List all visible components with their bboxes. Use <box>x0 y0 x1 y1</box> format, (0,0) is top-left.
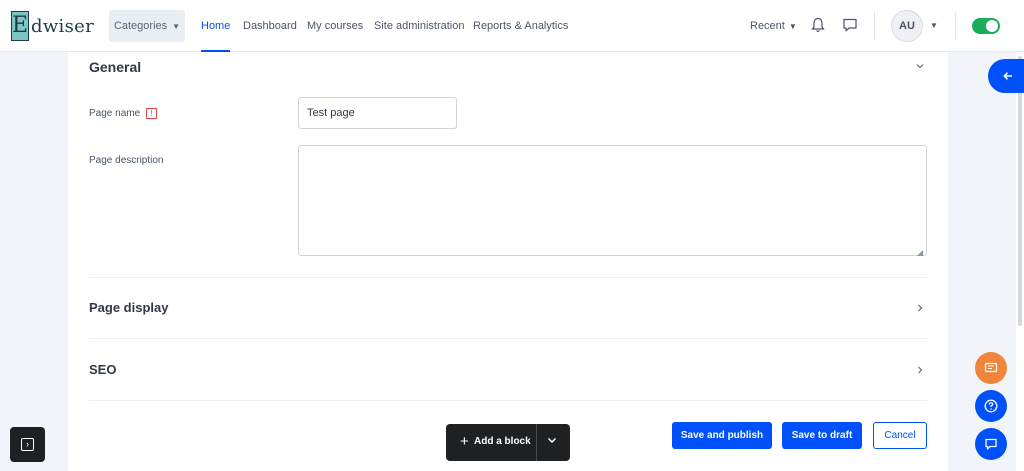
help-button[interactable] <box>975 390 1007 422</box>
page-name-input[interactable] <box>298 97 457 129</box>
page-name-label: Page name <box>89 108 141 119</box>
logo-letter: E <box>11 11 29 41</box>
bell-icon[interactable] <box>810 17 826 33</box>
cancel-button[interactable]: Cancel <box>873 422 927 449</box>
page-form-card: General Page name ! Page description ◢ P… <box>68 52 948 471</box>
edit-mode-toggle[interactable] <box>972 18 1000 34</box>
categories-label: Categories <box>113 20 168 32</box>
scrollbar-thumb[interactable] <box>1018 56 1022 326</box>
section-divider <box>89 400 927 401</box>
page-description-textarea[interactable] <box>298 145 927 256</box>
user-avatar[interactable]: AU <box>891 10 923 42</box>
chevron-right-icon[interactable] <box>915 365 925 375</box>
categories-dropdown[interactable]: Categories ▼ <box>109 10 185 42</box>
chevron-right-icon[interactable] <box>915 303 925 313</box>
chevron-down-icon: ▼ <box>788 22 797 31</box>
chevron-down-icon: ▼ <box>172 21 181 31</box>
chat-icon[interactable] <box>842 17 858 33</box>
messages-button[interactable] <box>975 428 1007 460</box>
chevron-right-icon: › <box>21 438 34 451</box>
plus-icon[interactable]: + <box>460 433 469 451</box>
section-page-display-title[interactable]: Page display <box>89 300 168 315</box>
recent-dropdown[interactable]: Recent ▼ <box>750 0 797 52</box>
chevron-down-icon[interactable] <box>915 61 925 71</box>
save-and-publish-button[interactable]: Save and publish <box>672 422 772 449</box>
help-icon <box>984 399 998 413</box>
navbar-divider <box>874 12 875 40</box>
section-seo-title[interactable]: SEO <box>89 362 116 377</box>
feedback-icon <box>984 362 998 373</box>
chevron-down-icon[interactable] <box>546 434 558 446</box>
arrow-left-icon <box>1003 72 1012 80</box>
open-block-drawer-button[interactable] <box>988 59 1024 93</box>
nav-link-reports-analytics[interactable]: Reports & Analytics <box>473 0 568 52</box>
feedback-button[interactable] <box>975 352 1007 384</box>
top-navbar: E dwiser Categories ▼ Home Dashboard My … <box>0 0 1024 52</box>
page-description-label: Page description <box>89 155 164 166</box>
section-general-title[interactable]: General <box>89 59 141 75</box>
navbar-divider <box>955 12 956 40</box>
save-to-draft-button[interactable]: Save to draft <box>782 422 862 449</box>
required-icon: ! <box>146 108 157 119</box>
chevron-down-icon[interactable]: ▼ <box>930 0 938 52</box>
section-divider <box>89 277 927 278</box>
nav-link-my-courses[interactable]: My courses <box>307 0 363 52</box>
open-course-index-button[interactable]: › <box>10 427 45 462</box>
section-divider <box>89 338 927 339</box>
nav-link-home[interactable]: Home <box>201 0 231 52</box>
add-block-button-group: + Add a block <box>446 424 570 461</box>
resize-grip-icon[interactable]: ◢ <box>917 248 923 257</box>
button-divider <box>536 424 537 461</box>
message-icon <box>985 438 997 450</box>
nav-link-site-administration[interactable]: Site administration <box>374 0 465 52</box>
edwiser-logo[interactable]: E dwiser <box>11 11 94 41</box>
nav-link-dashboard[interactable]: Dashboard <box>243 0 297 52</box>
logo-text: dwiser <box>31 15 94 37</box>
add-block-button[interactable]: Add a block <box>474 436 531 447</box>
recent-label: Recent <box>750 20 785 32</box>
